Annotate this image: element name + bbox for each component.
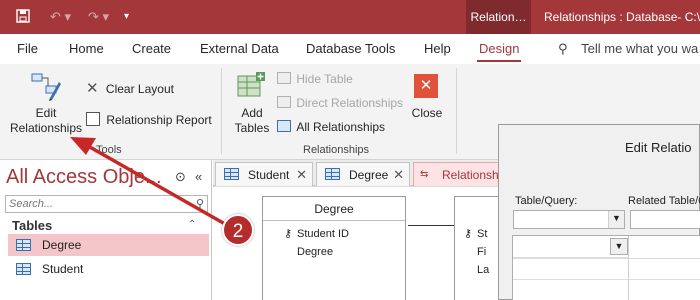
step-badge: 2: [222, 214, 254, 246]
annotation-arrow: [70, 137, 233, 230]
